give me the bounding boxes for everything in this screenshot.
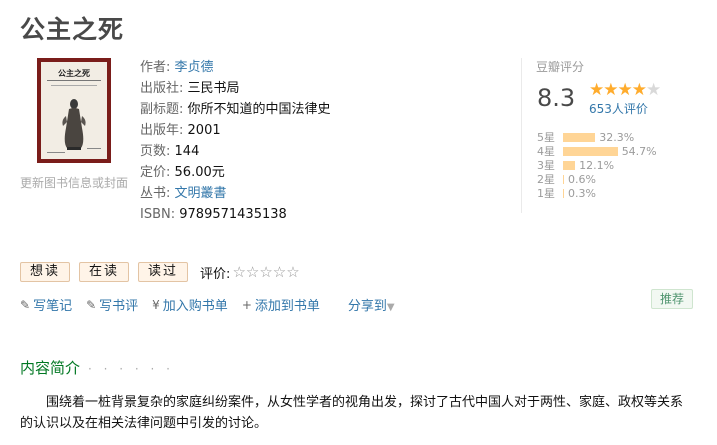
page-title: 公主之死 [20,15,125,44]
cover-subtitle-line [51,85,97,88]
info-value: 2001 [187,123,221,138]
rating-row: 2星 0.6% [537,172,657,187]
want-to-read-button[interactable]: 想读 [20,262,71,282]
info-label: 作者: [140,60,171,75]
star-outline-icon[interactable]: ☆ [232,263,245,281]
write-note-link[interactable]: ✎ 写笔记 [20,295,73,315]
info-label: 副标题: [140,102,184,117]
info-row-publisher: 出版社: 三民书局 [140,78,331,99]
info-row-price: 定价: 56.00元 [140,162,331,183]
share-label: 分享到 [347,299,387,314]
share-dropdown[interactable]: 分享到▼ [348,295,395,314]
rate-stars[interactable]: ☆☆☆☆☆ [232,263,299,281]
rating-percent: 0.6% [568,172,596,186]
star-outline-icon[interactable]: ☆ [286,263,299,281]
info-label: 出版社: [140,81,184,96]
action-bar: ✎ 写笔记 ✎ 写书评 ¥ 加入购书单 + 添加到书单 分享到▼ [20,295,395,315]
rating-bar [563,146,618,156]
rating-stars: ★★★★★ [589,80,661,100]
rating-bar [563,132,596,142]
rating-row: 1星 0.3% [537,186,657,201]
cover-subtitle-line [47,80,101,83]
rating-bar [563,188,564,198]
info-row-year: 出版年: 2001 [140,120,331,141]
info-value: 144 [174,144,200,159]
reading-status-bar: 想读 在读 读过 评价: ☆☆☆☆☆ [20,262,300,282]
rating-percent: 54.7% [621,144,657,158]
write-review-label: 写书评 [99,299,139,314]
intro-header-label: 内容简介 [20,359,81,377]
add-to-cart-label: 加入购书单 [162,299,228,314]
info-value: 三民书局 [187,81,240,96]
recommend-button[interactable]: 推荐 [651,289,694,309]
info-label: ISBN: [140,207,176,222]
rating-row: 5星 32.3% [537,130,657,145]
star-outline-icon[interactable]: ☆ [246,263,259,281]
series-link[interactable]: 文明叢書 [175,186,227,201]
info-row-subtitle: 副标题: 你所不知道的中国法律史 [140,99,331,120]
reading-button[interactable]: 在读 [79,262,130,282]
rating-score: 8.3 [537,84,576,112]
write-note-label: 写笔记 [33,299,73,314]
yen-icon: ¥ [152,297,160,312]
plus-icon: + [241,297,252,312]
info-row-isbn: ISBN: 9789571435138 [140,204,331,225]
add-to-list-label: 添加到书单 [254,299,320,314]
book-cover[interactable]: 公主之死 [37,58,111,163]
write-review-link[interactable]: ✎ 写书评 [86,295,139,315]
rating-bar [563,174,564,184]
info-label: 页数: [140,144,171,159]
rating-header: 豆瓣评分 [536,60,585,74]
votes-link[interactable]: 653人评价 [589,100,648,117]
star-icon: ★ [631,80,647,100]
star-icon: ★ [617,80,633,100]
cover-author-mark [87,148,101,149]
figurine-image [62,99,86,150]
cover-publisher-mark [47,152,65,153]
rating-percent: 12.1% [579,158,615,172]
info-row-author: 作者: 李贞德 [140,57,331,78]
info-row-series: 丛书: 文明叢書 [140,183,331,204]
author-link[interactable]: 李贞德 [175,60,214,75]
star-outline-icon[interactable]: ☆ [259,263,272,281]
add-to-list-link[interactable]: + 添加到书单 [241,295,320,315]
star-icon: ★ [589,80,604,100]
rating-bar [563,160,576,170]
rating-percent: 0.3% [568,186,596,200]
cover-art: 公主之死 [41,62,107,159]
rating-row: 4星 54.7% [537,144,657,159]
intro-text: 围绕着一桩背景复杂的家庭纠纷案件，从女性学者的视角出发，探讨了古代中国人对于两性… [20,395,684,431]
intro-header-dots: · · · · · · [88,362,174,376]
star-icon: ★ [603,80,618,100]
add-to-cart-link[interactable]: ¥ 加入购书单 [152,295,228,315]
intro-section-header: 内容简介 · · · · · · [20,357,174,378]
star-outline-icon[interactable]: ☆ [273,263,286,281]
info-label: 定价: [140,165,171,180]
book-info: 作者: 李贞德 出版社: 三民书局 副标题: 你所不知道的中国法律史 出版年: … [140,57,331,225]
info-value: 56.00元 [174,165,225,180]
rating-percent: 32.3% [599,130,635,144]
pencil-icon: ✎ [86,297,97,312]
have-read-button[interactable]: 读过 [138,262,189,282]
info-label: 出版年: [140,123,184,138]
info-row-pages: 页数: 144 [140,141,331,162]
cover-title: 公主之死 [58,68,90,78]
update-book-info-link[interactable]: 更新图书信息或封面 [20,174,128,191]
rating-distribution: 5星 32.3% 4星 54.7% 3星 12.1% 2星 0.6% 1星 0.3% [537,130,657,201]
rating-row: 3星 12.1% [537,158,657,173]
info-value: 9789571435138 [179,207,287,222]
rate-label: 评价: [200,266,231,282]
rating-row-label: 1星 [537,187,555,200]
rating-panel: 豆瓣评分 8.3 ★★★★★ 653人评价 5星 32.3% 4星 54.7% 3星… [521,58,701,213]
pencil-icon: ✎ [20,297,31,312]
star-icon: ★ [646,80,661,100]
caret-down-icon: ▼ [386,302,395,313]
info-label: 丛书: [140,186,171,201]
info-value: 你所不知道的中国法律史 [187,102,331,117]
